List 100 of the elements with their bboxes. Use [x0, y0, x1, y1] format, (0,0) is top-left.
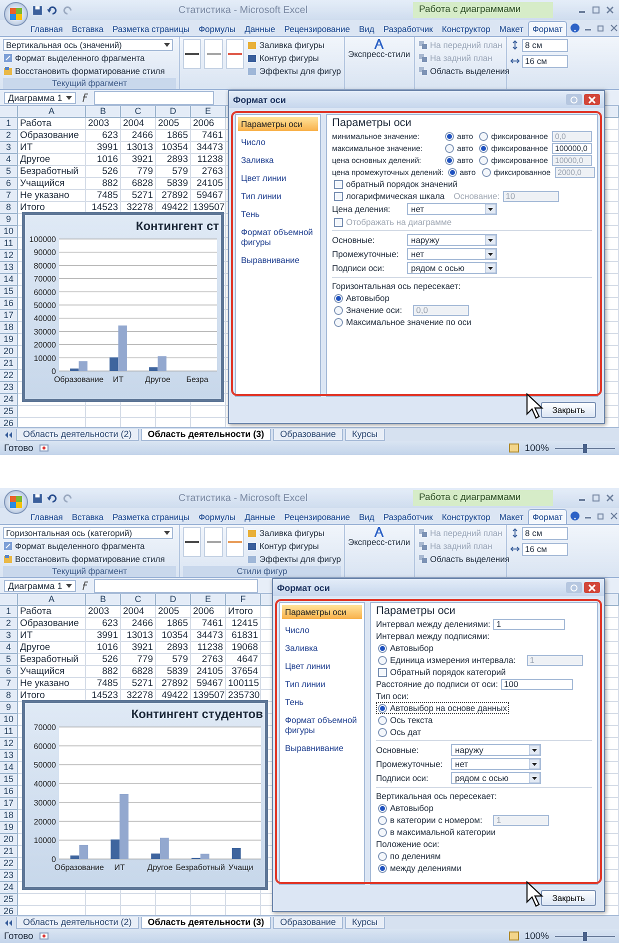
row-header[interactable]: 3	[0, 142, 18, 154]
office-button[interactable]	[4, 2, 28, 26]
radio-button[interactable]: между делениями	[376, 862, 464, 874]
input-field[interactable]: 100	[501, 678, 574, 690]
ribbon-tab[interactable]: Формулы	[194, 21, 240, 36]
row-header[interactable]: 11	[0, 238, 18, 250]
ribbon-tab[interactable]: Разработчик	[378, 21, 438, 36]
radio-button[interactable]: Автовыбор	[376, 802, 436, 814]
row-header[interactable]: 22	[0, 858, 18, 870]
category-item[interactable]: Число	[282, 623, 362, 637]
row-header[interactable]: 15	[0, 286, 18, 298]
row-header[interactable]: 17	[0, 310, 18, 322]
row-header[interactable]: 24	[0, 882, 18, 894]
size-field[interactable]: 8 см	[522, 38, 568, 52]
shape-style-swatch[interactable]	[226, 39, 244, 69]
row-header[interactable]: 14	[0, 762, 18, 774]
column-header[interactable]: D	[156, 594, 191, 606]
ribbon-tab[interactable]: Конструктор	[437, 21, 495, 36]
row-header[interactable]: 23	[0, 870, 18, 882]
shape-style-swatch[interactable]	[183, 527, 202, 557]
sheet-tab[interactable]: Область деятельности (2)	[16, 916, 139, 928]
category-item[interactable]: Число	[238, 135, 318, 149]
format-selection-button[interactable]: Формат выделенного фрагмента	[3, 540, 173, 552]
column-header[interactable]: C	[121, 106, 156, 118]
row-header[interactable]: 25	[0, 406, 18, 418]
row-header[interactable]: 11	[0, 726, 18, 738]
select-all-button[interactable]	[0, 594, 18, 606]
radio-button[interactable]: Максимальное значение по оси	[332, 316, 474, 328]
close-dialog-button[interactable]: Закрыть	[541, 402, 596, 418]
slider-thumb[interactable]	[583, 444, 587, 452]
size-field[interactable]: 16 см	[522, 542, 568, 556]
ribbon-tab[interactable]: Главная	[26, 509, 68, 524]
checkbox[interactable]: обратный порядок значений	[332, 178, 460, 190]
sheet-tab[interactable]: Область деятельности (3)	[140, 916, 272, 928]
row-header[interactable]: 1	[0, 606, 18, 618]
ribbon-tab[interactable]: Вставка	[67, 21, 108, 36]
formula-field[interactable]	[94, 90, 214, 104]
row-header[interactable]: 25	[0, 894, 18, 906]
ribbon-tab[interactable]: Макет	[494, 21, 528, 36]
dropdown[interactable]: нет	[407, 203, 497, 215]
column-header[interactable]: A	[18, 594, 86, 606]
radio-button[interactable]: в максимальной категории	[376, 826, 498, 838]
shape-format-button[interactable]: Заливка фигуры	[247, 39, 342, 51]
reset-style-button[interactable]: Восстановить форматирование стиля	[3, 65, 173, 77]
arrange-button[interactable]: Область выделения	[418, 553, 510, 565]
category-item[interactable]: Тень	[282, 695, 362, 709]
format-selection-button[interactable]: Формат выделенного фрагмента	[3, 52, 173, 64]
row-header[interactable]: 9	[0, 702, 18, 714]
size-field[interactable]: 8 см	[522, 526, 568, 540]
ribbon-tab[interactable]: Формулы	[194, 509, 240, 524]
row-header[interactable]: 2	[0, 618, 18, 630]
category-item[interactable]: Цвет линии	[282, 659, 362, 673]
shape-format-button[interactable]: Контур фигуры	[247, 52, 342, 64]
ribbon-tab[interactable]: Рецензирование	[280, 21, 354, 36]
dropdown[interactable]: наружу	[451, 744, 541, 756]
row-header[interactable]: 17	[0, 798, 18, 810]
row-header[interactable]: 20	[0, 834, 18, 846]
shape-format-button[interactable]: Заливка фигуры	[247, 527, 342, 539]
sheet-tab[interactable]: Курсы	[344, 916, 385, 928]
row-header[interactable]: 3	[0, 630, 18, 642]
row-header[interactable]: 2	[0, 130, 18, 142]
row-header[interactable]: 21	[0, 358, 18, 370]
category-item[interactable]: Параметры оси	[282, 605, 362, 619]
dropdown[interactable]: нет	[407, 248, 497, 260]
radio-button[interactable]: Автовыбор	[376, 642, 436, 654]
sheet-tab[interactable]: Курсы	[344, 428, 385, 440]
category-item[interactable]: Тип линии	[238, 189, 318, 203]
arrange-button[interactable]: Область выделения	[418, 65, 510, 77]
column-header[interactable]: B	[86, 594, 121, 606]
column-header[interactable]: B	[86, 106, 121, 118]
category-item[interactable]: Заливка	[238, 153, 318, 167]
category-item[interactable]: Формат объемной фигуры	[238, 225, 318, 249]
close-dialog-button[interactable]: Закрыть	[541, 890, 596, 906]
close-button[interactable]	[584, 582, 600, 593]
column-header[interactable]: A	[18, 106, 86, 118]
row-header[interactable]: 4	[0, 154, 18, 166]
quick-styles-button[interactable]: Экспресс-стили	[348, 527, 410, 547]
dropdown[interactable]: рядом с осью	[451, 772, 541, 784]
quick-styles-button[interactable]: Экспресс-стили	[348, 39, 410, 59]
column-header[interactable]: E	[191, 594, 226, 606]
shape-format-button[interactable]: Эффекты для фигур	[247, 553, 342, 565]
category-item[interactable]: Тень	[238, 207, 318, 221]
row-header[interactable]: 4	[0, 642, 18, 654]
dropdown[interactable]: нет	[451, 758, 541, 770]
ribbon-tab[interactable]: Конструктор	[437, 509, 495, 524]
category-item[interactable]: Выравнивание	[282, 741, 362, 755]
row-header[interactable]: 6	[0, 666, 18, 678]
row-header[interactable]: 16	[0, 786, 18, 798]
row-header[interactable]: 15	[0, 774, 18, 786]
row-header[interactable]: 10	[0, 226, 18, 238]
sheet-tab[interactable]: Область деятельности (3)	[140, 428, 272, 440]
row-header[interactable]: 13	[0, 750, 18, 762]
close-button[interactable]	[584, 94, 600, 105]
row-header[interactable]: 10	[0, 714, 18, 726]
formula-field[interactable]	[94, 578, 258, 592]
shape-format-button[interactable]: Контур фигуры	[247, 540, 342, 552]
row-header[interactable]: 1	[0, 118, 18, 130]
row-header[interactable]: 13	[0, 262, 18, 274]
selection-dropdown[interactable]: Вертикальная ось (значений)	[3, 39, 173, 51]
column-header[interactable]: F	[226, 594, 261, 606]
